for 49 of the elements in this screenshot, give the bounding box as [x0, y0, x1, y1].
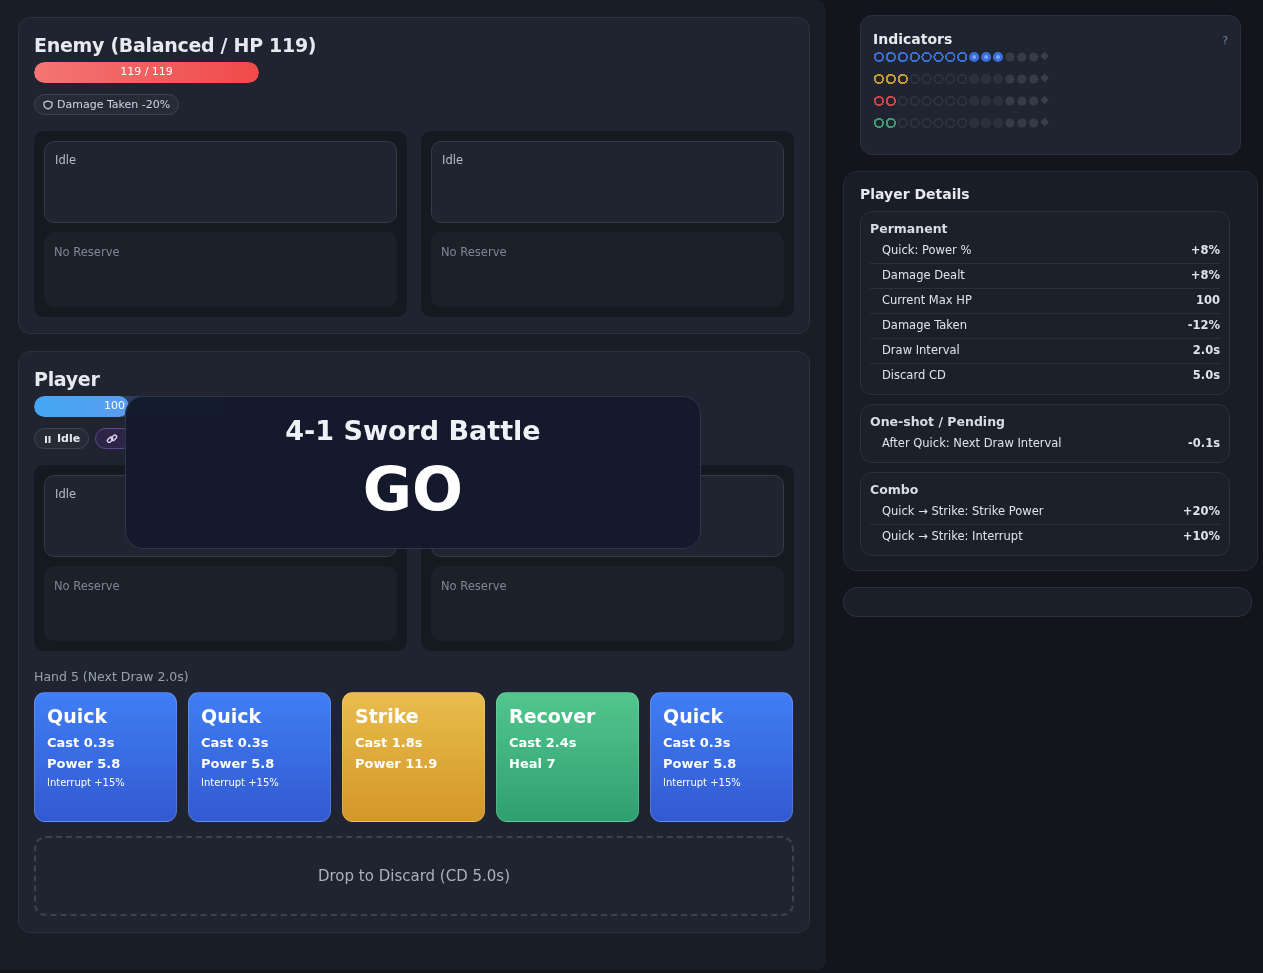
panel-title: Enemy (Balanced / HP 119) — [34, 34, 318, 56]
stat-label: Draw Interval — [882, 343, 960, 357]
reserve-label: No Reserve — [441, 579, 507, 593]
skill-card[interactable]: Recover Cast 2.4s Heal 7 — [496, 692, 639, 822]
panel-title: Indicators — [873, 30, 953, 47]
hand-label: Hand 5 (Next Draw 2.0s) — [34, 669, 190, 684]
pause-icon — [43, 433, 53, 444]
stat-value: -12% — [1187, 318, 1220, 332]
slot-status: Idle — [55, 487, 76, 501]
stat-value: 100 — [1196, 293, 1220, 307]
stat-label: Quick: Power % — [882, 243, 972, 257]
stat-label: Quick → Strike: Strike Power — [882, 504, 1044, 518]
slot-status: Idle — [442, 153, 463, 167]
stat-value: +8% — [1190, 268, 1220, 282]
stat-label: Damage Dealt — [882, 268, 965, 282]
stat-label: Damage Taken — [882, 318, 967, 332]
stat-value: +10% — [1182, 529, 1220, 543]
chip-label: Idle — [57, 432, 81, 445]
stat-value: -0.1s — [1188, 436, 1220, 450]
stat-label: Current Max HP — [882, 293, 972, 307]
discard-label: Drop to Discard (CD 5.0s) — [318, 867, 510, 885]
discard-drop-zone[interactable]: Drop to Discard (CD 5.0s) — [34, 836, 794, 916]
skill-card[interactable]: Quick Cast 0.3s Power 5.8 Interrupt +15% — [34, 692, 177, 822]
skill-card[interactable]: Quick Cast 0.3s Power 5.8 Interrupt +15% — [650, 692, 793, 822]
reserve-label: No Reserve — [54, 579, 120, 593]
panel-title: Player — [34, 368, 101, 390]
stat-value: +20% — [1182, 504, 1220, 518]
link-icon — [106, 432, 119, 445]
stat-value: +8% — [1190, 243, 1220, 257]
panel-title: Player Details — [860, 186, 971, 202]
slot-status: Idle — [55, 153, 76, 167]
stat-value: 2.0s — [1192, 343, 1220, 357]
section-title: Permanent — [870, 221, 949, 236]
reserve-label: No Reserve — [54, 245, 120, 259]
hp-value: 100 — [104, 399, 125, 412]
section-title: One-shot / Pending — [870, 414, 1006, 429]
chip-label: Damage Taken -20% — [57, 98, 171, 111]
hp-value: 119 / 119 — [119, 65, 174, 78]
stat-value: 5.0s — [1192, 368, 1220, 382]
stat-label: Quick → Strike: Interrupt — [882, 529, 1023, 543]
go-text: GO — [362, 454, 464, 524]
shield-icon — [43, 99, 53, 110]
stat-label: After Quick: Next Draw Interval — [882, 436, 1062, 450]
skill-card[interactable]: Quick Cast 0.3s Power 5.8 Interrupt +15% — [188, 692, 331, 822]
section-title: Combo — [870, 482, 920, 497]
help-icon[interactable]: ? — [1222, 34, 1228, 47]
stat-label: Discard CD — [882, 368, 946, 382]
battle-name: 4-1 Sword Battle — [285, 415, 541, 446]
reserve-label: No Reserve — [441, 245, 507, 259]
